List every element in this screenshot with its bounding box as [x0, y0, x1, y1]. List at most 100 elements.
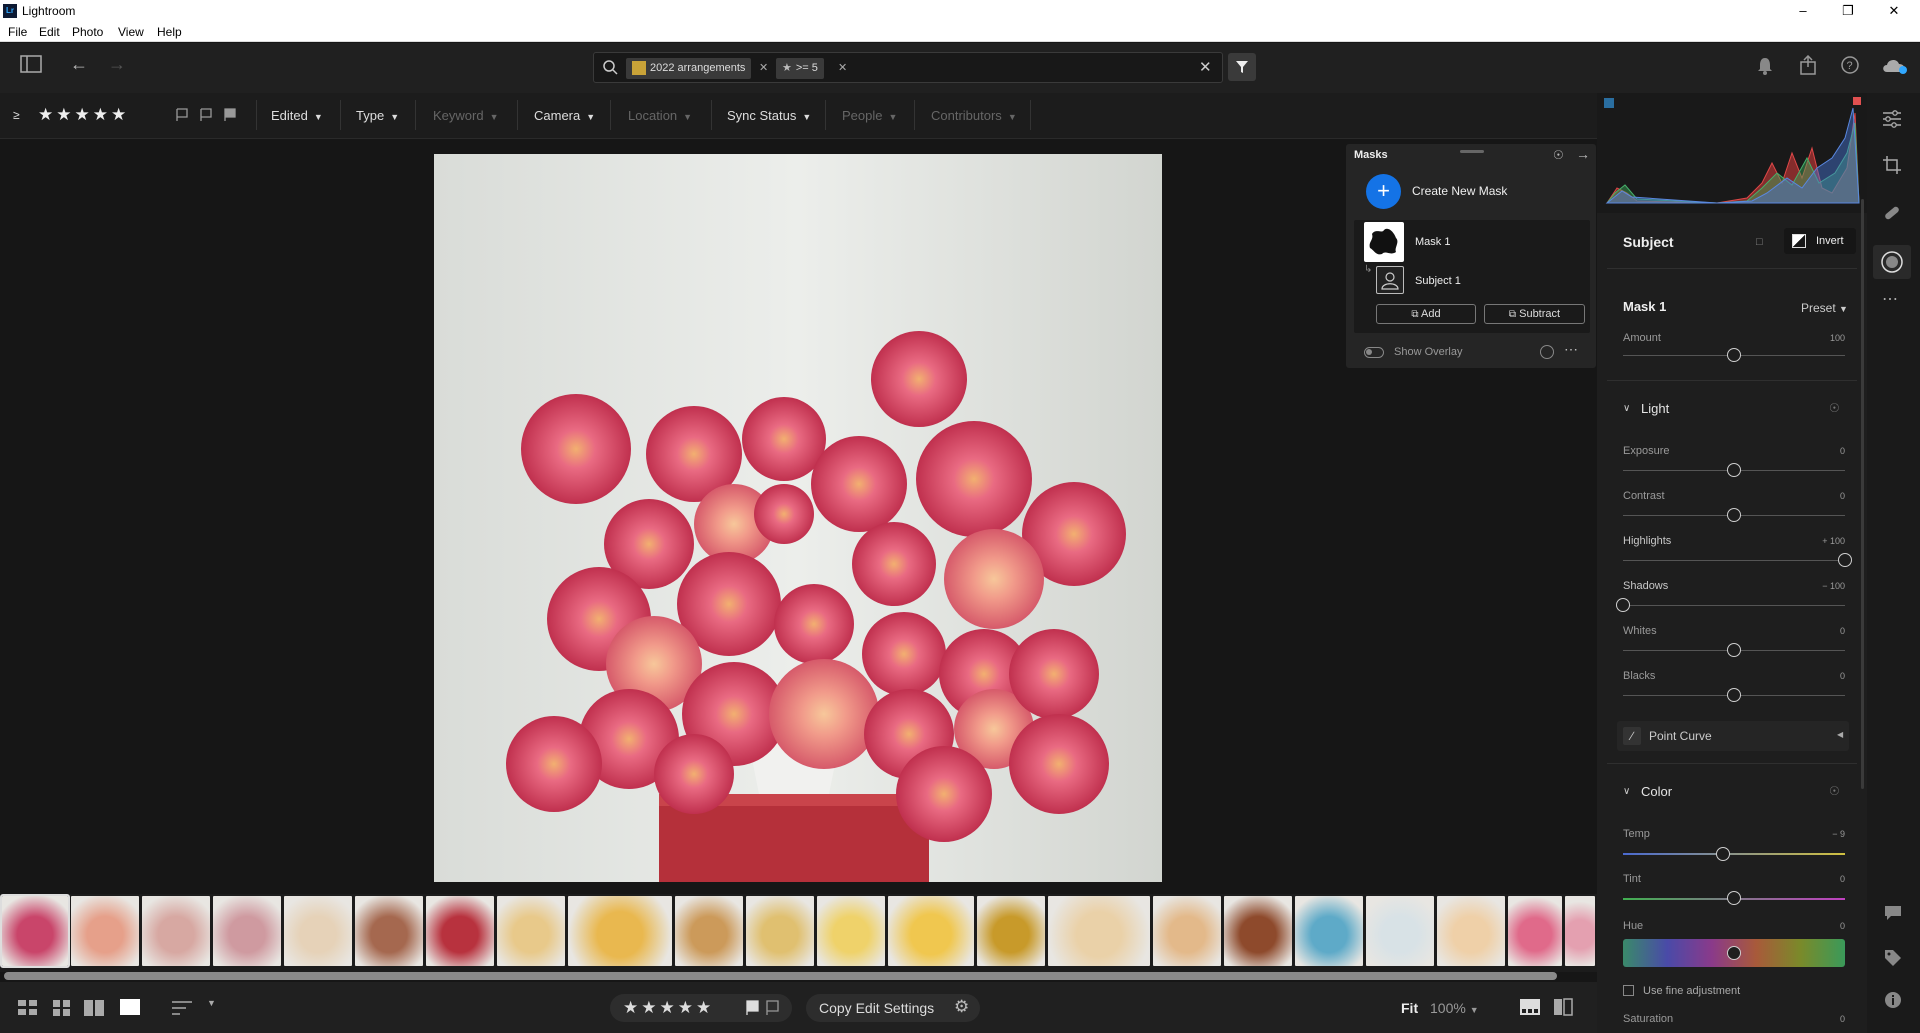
mask-1-label[interactable]: Mask 1: [1415, 236, 1450, 248]
photo-grid-view-icon[interactable]: [18, 1000, 38, 1019]
exposure-value[interactable]: 0: [1840, 446, 1845, 456]
healing-brush-icon[interactable]: [1882, 203, 1902, 226]
filmstrip-scrollbar[interactable]: [4, 972, 1557, 980]
filmstrip-thumbnail[interactable]: [1366, 896, 1434, 966]
drag-handle[interactable]: [1460, 150, 1484, 153]
temp-value[interactable]: − 9: [1832, 829, 1845, 839]
settings-gear-icon[interactable]: ⚙: [954, 997, 969, 1017]
mask-thumbnail[interactable]: [1364, 222, 1404, 262]
menu-help[interactable]: Help: [157, 25, 182, 39]
masking-tool-icon[interactable]: [1873, 245, 1911, 279]
menu-view[interactable]: View: [118, 25, 144, 39]
contrast-value[interactable]: 0: [1840, 491, 1845, 501]
help-icon[interactable]: ?: [1840, 55, 1860, 80]
filter-keyword[interactable]: Keyword ▼: [433, 108, 499, 123]
filter-camera[interactable]: Camera ▼: [534, 108, 595, 123]
point-curve-button[interactable]: ∕ Point Curve ◀: [1617, 721, 1849, 751]
filmstrip-thumbnail[interactable]: [426, 896, 494, 966]
preset-dropdown[interactable]: Preset ▼: [1801, 301, 1848, 315]
back-arrow-icon[interactable]: ←: [70, 54, 88, 75]
amount-value[interactable]: 100: [1830, 333, 1845, 343]
invert-button[interactable]: Invert: [1784, 228, 1856, 254]
remove-rating-chip-icon[interactable]: ✕: [838, 61, 847, 74]
hue-slider-knob[interactable]: [1727, 946, 1741, 960]
filmstrip-thumbnail[interactable]: [1295, 896, 1363, 966]
info-icon[interactable]: [1884, 991, 1902, 1012]
color-visibility-eye-icon[interactable]: ☉: [1829, 784, 1840, 798]
highlights-slider-track[interactable]: [1623, 560, 1845, 561]
hue-value[interactable]: 0: [1840, 921, 1845, 931]
filmstrip-thumbnail[interactable]: [71, 896, 139, 966]
contrast-slider-knob[interactable]: [1727, 508, 1741, 522]
temp-slider-track[interactable]: [1623, 853, 1845, 855]
before-after-compare-icon[interactable]: [1553, 997, 1573, 1020]
collapse-panel-icon[interactable]: →: [1576, 146, 1590, 162]
copy-edit-settings-button[interactable]: Copy Edit Settings ⚙: [806, 994, 980, 1022]
minimize-button[interactable]: –: [1788, 2, 1818, 20]
pick-flag-button-icon[interactable]: [745, 1000, 781, 1019]
search-bar[interactable]: 2022 arrangements ✕ ★ >= 5 ✕ ✕: [593, 52, 1223, 83]
notifications-bell-icon[interactable]: [1757, 57, 1773, 80]
exposure-slider-knob[interactable]: [1727, 463, 1741, 477]
filmstrip-thumbnail[interactable]: [1048, 896, 1150, 966]
saturation-value[interactable]: 0: [1840, 1014, 1845, 1024]
menu-file[interactable]: File: [8, 25, 27, 39]
main-photo[interactable]: [434, 154, 1162, 882]
shadows-value[interactable]: − 100: [1822, 581, 1845, 591]
shadows-slider-track[interactable]: [1623, 605, 1845, 606]
subject-1-label[interactable]: Subject 1: [1415, 275, 1461, 287]
filmstrip-thumbnail[interactable]: [817, 896, 885, 966]
filmstrip-thumbnail[interactable]: [1224, 896, 1292, 966]
pick-flag-icon[interactable]: [175, 107, 239, 126]
filter-button[interactable]: [1228, 53, 1256, 81]
color-section-title[interactable]: Color: [1641, 784, 1672, 799]
filmstrip-thumbnail[interactable]: [355, 896, 423, 966]
show-overlay-toggle[interactable]: [1364, 347, 1384, 358]
create-new-mask-button[interactable]: Create New Mask: [1412, 184, 1507, 198]
light-visibility-eye-icon[interactable]: ☉: [1829, 401, 1840, 415]
more-tools-icon[interactable]: ⋯: [1882, 289, 1898, 309]
rating-stars-filter[interactable]: ★★★★★: [38, 105, 129, 125]
filmstrip-thumbnail[interactable]: [568, 896, 672, 966]
square-grid-view-icon[interactable]: [52, 1000, 72, 1019]
maximize-button[interactable]: ❐: [1833, 2, 1863, 20]
temp-slider-knob[interactable]: [1715, 847, 1730, 861]
filmstrip-toggle-icon[interactable]: [1520, 999, 1540, 1018]
filter-contributors[interactable]: Contributors ▼: [931, 108, 1017, 123]
detail-view-icon[interactable]: [120, 999, 140, 1015]
filmstrip-thumbnail[interactable]: [675, 896, 743, 966]
filmstrip-thumbnail[interactable]: [888, 896, 974, 966]
menu-photo[interactable]: Photo: [72, 25, 103, 39]
cloud-sync-icon[interactable]: [1881, 56, 1909, 79]
more-options-icon[interactable]: ⋯: [1564, 341, 1578, 358]
create-new-mask-icon[interactable]: +: [1366, 174, 1401, 209]
rating-stars[interactable]: ★★★★★: [623, 998, 714, 1018]
overlay-color-swatch[interactable]: [1540, 345, 1554, 359]
clear-search-icon[interactable]: ✕: [1199, 58, 1212, 76]
shadows-slider-knob[interactable]: [1616, 598, 1630, 612]
eye-icon[interactable]: ☉: [1553, 148, 1564, 162]
fine-adjustment-checkbox[interactable]: [1623, 985, 1634, 996]
whites-value[interactable]: 0: [1840, 626, 1845, 636]
filter-edited[interactable]: Edited ▼: [271, 108, 323, 123]
filmstrip-thumbnail[interactable]: [1437, 896, 1505, 966]
menu-edit[interactable]: Edit: [39, 25, 60, 39]
highlights-value[interactable]: + 100: [1822, 536, 1845, 546]
comments-icon[interactable]: [1884, 905, 1902, 924]
filmstrip-thumbnail[interactable]: [746, 896, 814, 966]
comment-icon[interactable]: □: [1756, 236, 1763, 248]
edit-sliders-icon[interactable]: [1882, 110, 1902, 131]
fit-zoom-button[interactable]: Fit: [1401, 1000, 1418, 1016]
close-window-button[interactable]: ✕: [1879, 2, 1909, 20]
filmstrip-thumbnail[interactable]: [1153, 896, 1221, 966]
subject-person-icon[interactable]: [1376, 266, 1404, 294]
filter-type[interactable]: Type ▼: [356, 108, 399, 123]
filter-location[interactable]: Location ▼: [628, 108, 692, 123]
share-icon[interactable]: [1799, 54, 1817, 80]
remove-album-chip-icon[interactable]: ✕: [759, 61, 768, 74]
highlights-slider-knob[interactable]: [1838, 553, 1852, 567]
add-button[interactable]: ⧉ Add: [1376, 304, 1476, 324]
panel-scrollbar[interactable]: [1861, 199, 1864, 789]
compare-view-icon[interactable]: [84, 1000, 104, 1019]
rating-operator[interactable]: ≥: [13, 108, 20, 122]
